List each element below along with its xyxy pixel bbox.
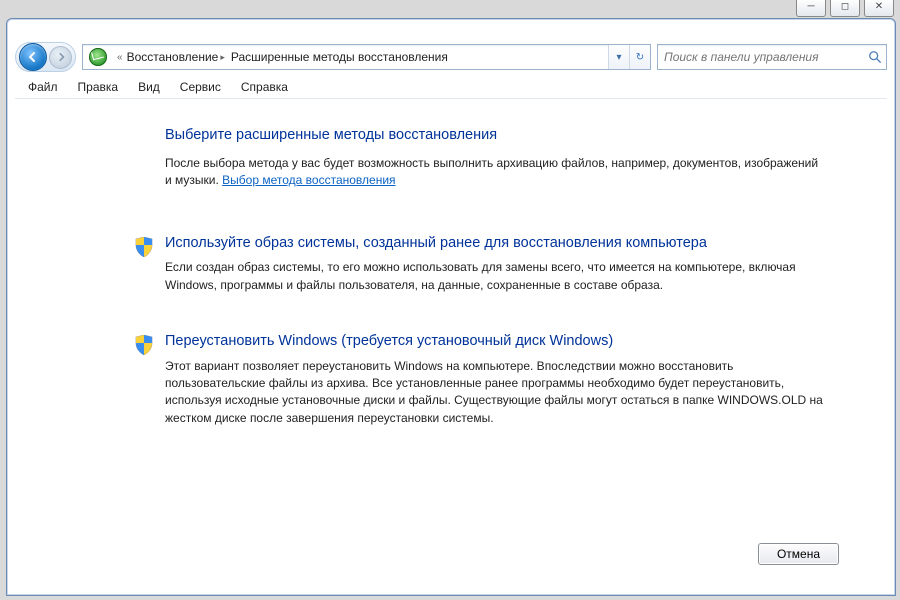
minimize-button[interactable]: ─ [796,0,826,17]
chevron-right-icon: ▸ [220,52,225,63]
page-title: Выберите расширенные методы восстановлен… [165,127,827,143]
shield-icon [135,335,153,355]
option-reinstall-windows[interactable]: Переустановить Windows (требуется устано… [165,332,827,427]
page-intro: После выбора метода у вас будет возможно… [165,155,827,190]
option-system-image-title[interactable]: Используйте образ системы, созданный ран… [165,234,827,254]
breadcrumb-recovery[interactable]: Восстановление [127,50,219,64]
footer: Отмена [23,543,879,565]
forward-button[interactable] [49,46,72,69]
menu-tools[interactable]: Сервис [171,78,230,96]
breadcrumb-advanced-methods[interactable]: Расширенные методы восстановления [231,50,448,64]
address-dropdown-button[interactable]: ▾ [608,45,629,69]
search-input[interactable] [658,50,864,64]
breadcrumb-root-icon: « [117,52,123,63]
option-reinstall-title[interactable]: Переустановить Windows (требуется устано… [165,332,827,352]
menu-edit[interactable]: Правка [69,78,128,96]
option-system-image-desc: Если создан образ системы, то его можно … [165,259,827,294]
address-bar[interactable]: « Восстановление ▸ Расширенные методы во… [82,44,651,70]
back-button[interactable] [19,43,47,71]
control-panel-window: « Восстановление ▸ Расширенные методы во… [6,18,896,596]
menu-bar: Файл Правка Вид Сервис Справка [15,76,887,99]
shield-icon [135,237,153,257]
menu-help[interactable]: Справка [232,78,297,96]
window-controls: ─ ◻ ✕ [796,0,894,17]
choose-method-link[interactable]: Выбор метода восстановления [222,173,395,187]
menu-view[interactable]: Вид [129,78,169,96]
option-reinstall-desc: Этот вариант позволяет переустановить Wi… [165,358,827,428]
maximize-button[interactable]: ◻ [830,0,860,17]
content-area: Выберите расширенные методы восстановлен… [15,99,887,587]
cancel-button[interactable]: Отмена [758,543,839,565]
navbar: « Восстановление ▸ Расширенные методы во… [15,41,887,73]
recovery-icon [89,48,107,66]
search-box[interactable] [657,44,887,70]
refresh-button[interactable]: ↻ [629,45,650,69]
option-system-image[interactable]: Используйте образ системы, созданный ран… [165,234,827,294]
nav-history-buttons [15,42,76,72]
search-icon[interactable] [864,50,886,64]
close-button[interactable]: ✕ [864,0,894,17]
menu-file[interactable]: Файл [19,78,67,96]
